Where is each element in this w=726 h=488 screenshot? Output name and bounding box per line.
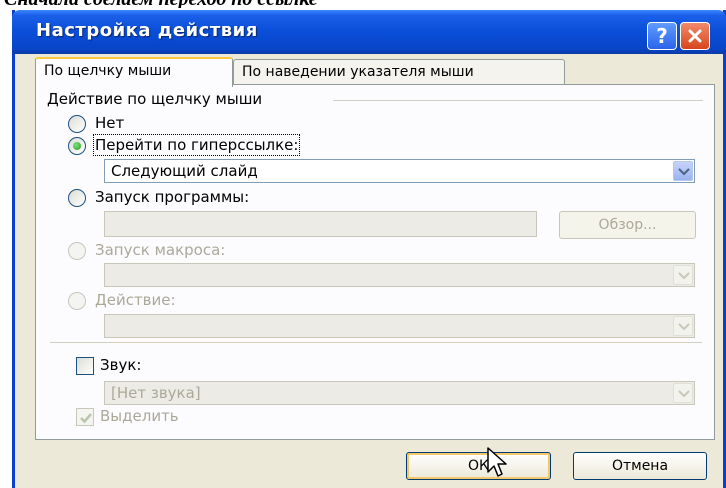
sound-select-value: [Нет звука]	[111, 384, 201, 402]
highlight-label: Выделить	[100, 407, 179, 425]
radio-hyperlink[interactable]	[68, 137, 86, 155]
close-button[interactable]	[680, 22, 710, 50]
highlight-checkbox	[76, 408, 94, 426]
hyperlink-dropdown-button[interactable]	[673, 161, 693, 181]
help-button[interactable]: ?	[647, 22, 677, 50]
radio-action	[68, 292, 86, 310]
ok-button[interactable]: ОК	[406, 452, 551, 480]
mouse-pointer-icon	[487, 447, 507, 477]
radio-run-program-label[interactable]: Запуск программы:	[95, 188, 249, 206]
group-title: Действие по щелчку мыши	[47, 90, 263, 108]
dialog-title: Настройка действия	[36, 20, 258, 41]
cancel-button[interactable]: Отмена	[573, 452, 707, 480]
slide-caption: Сначала сделаем переход по ссылке	[4, 0, 404, 8]
chevron-down-icon	[678, 323, 690, 331]
sound-select: [Нет звука]	[104, 381, 695, 405]
radio-action-label: Действие:	[95, 291, 176, 309]
action-dropdown-button	[673, 316, 693, 336]
radio-run-macro	[68, 242, 86, 260]
sound-label[interactable]: Звук:	[100, 356, 141, 374]
macro-dropdown-button	[673, 265, 693, 285]
radio-run-program[interactable]	[68, 189, 86, 207]
checkmark-icon	[80, 413, 92, 424]
radio-run-macro-label: Запуск макроса:	[95, 241, 226, 259]
macro-select	[104, 263, 695, 287]
action-select	[104, 314, 695, 338]
close-icon	[688, 29, 702, 43]
chevron-down-icon	[678, 272, 690, 280]
browse-button: Обзор...	[559, 211, 696, 239]
radio-none[interactable]	[68, 115, 86, 133]
section-divider	[50, 342, 702, 343]
hyperlink-select-value: Следующий слайд	[111, 162, 258, 180]
hyperlink-select[interactable]: Следующий слайд	[104, 159, 695, 183]
chevron-down-icon	[678, 390, 690, 398]
radio-hyperlink-label[interactable]: Перейти по гиперссылке:	[92, 134, 301, 156]
program-path-input	[104, 211, 537, 237]
group-divider	[333, 100, 703, 101]
sound-dropdown-button	[673, 383, 693, 403]
chevron-down-icon	[678, 168, 690, 176]
tab-mouse-click[interactable]: По щелчку мыши	[35, 57, 233, 87]
help-icon: ?	[656, 24, 668, 48]
radio-none-label[interactable]: Нет	[95, 114, 124, 132]
tab-mouse-over[interactable]: По наведении указателя мыши	[233, 59, 565, 86]
sound-checkbox[interactable]	[76, 357, 94, 375]
title-bar[interactable]: Настройка действия ?	[12, 10, 726, 54]
